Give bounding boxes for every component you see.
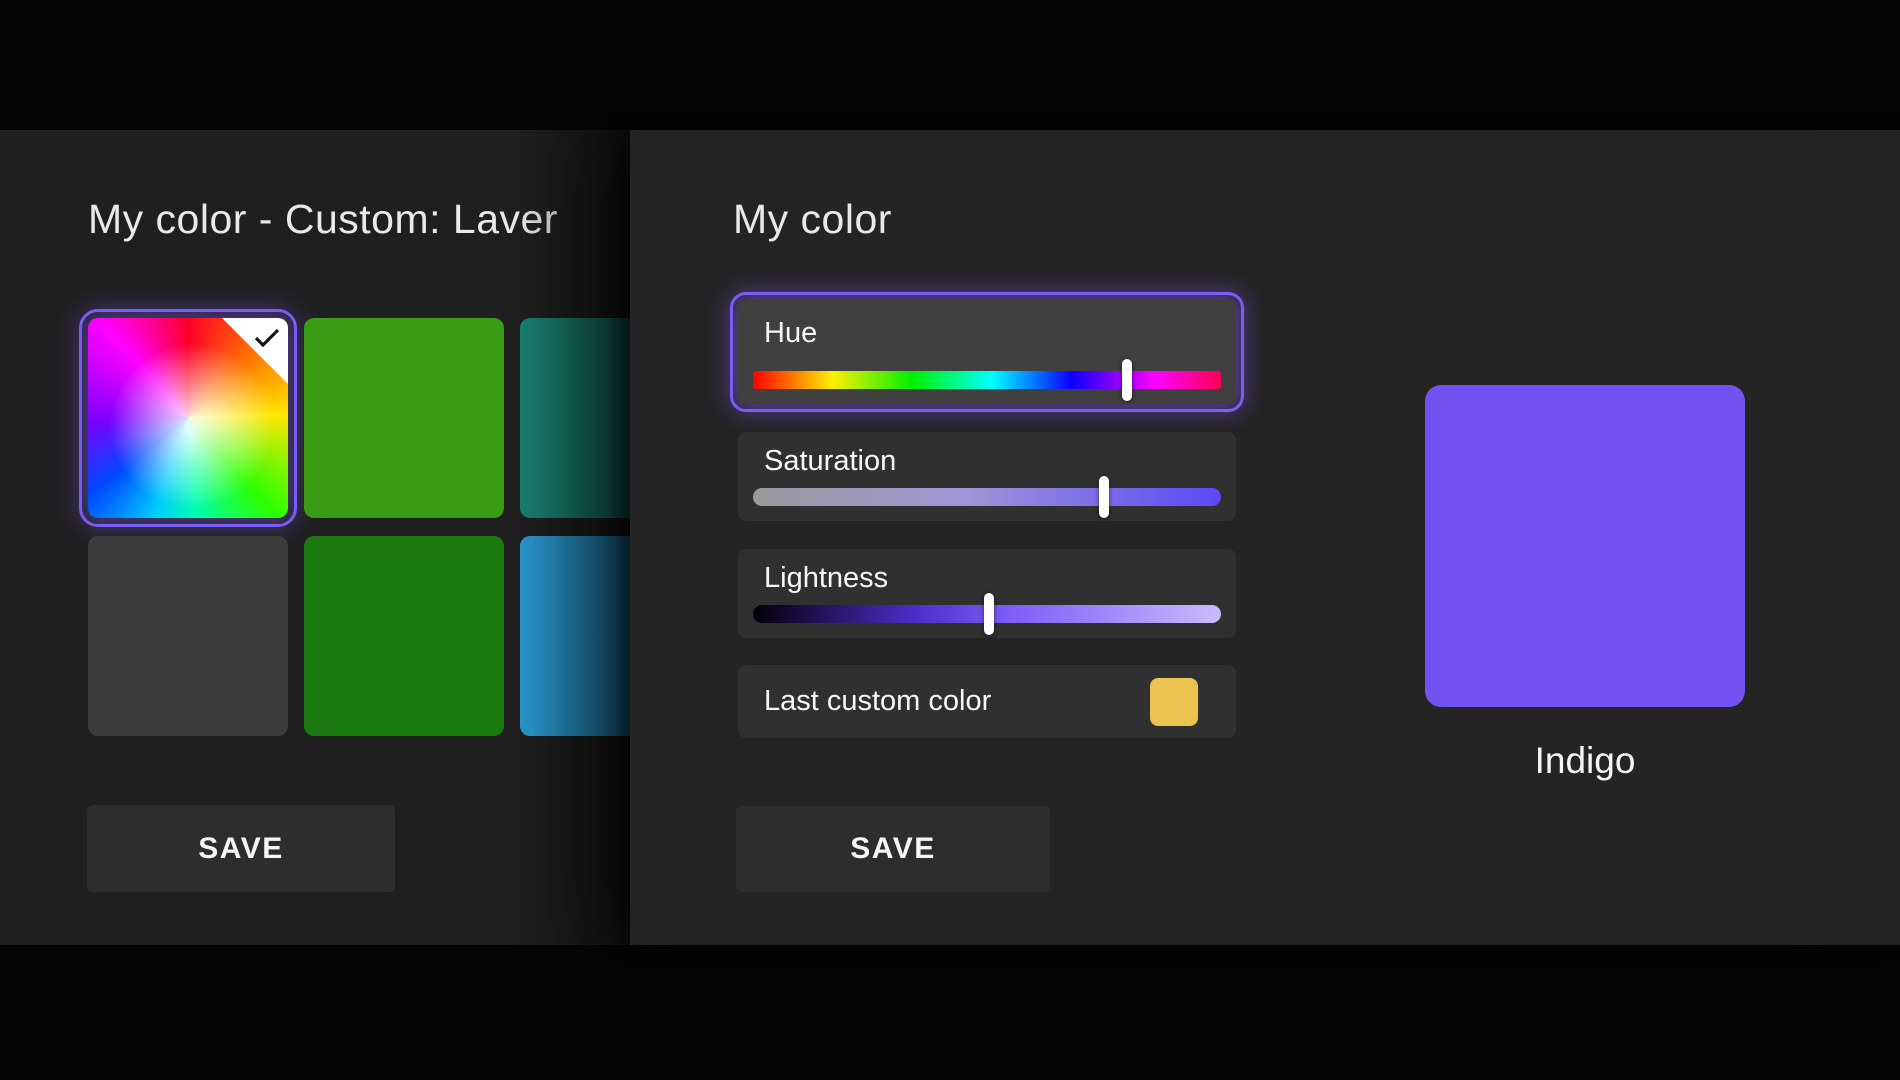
- page-title-right: My color: [733, 196, 892, 243]
- last-custom-color-row[interactable]: Last custom color: [738, 665, 1236, 738]
- swatch-blue[interactable]: [520, 536, 630, 736]
- swatch-teal[interactable]: [520, 318, 630, 518]
- lightness-track[interactable]: [753, 605, 1221, 623]
- color-preview-swatch: [1425, 385, 1745, 707]
- page-title-left: My color - Custom: Laver: [88, 196, 558, 243]
- swatch-dark-green[interactable]: [304, 536, 504, 736]
- swatch-custom-color[interactable]: [88, 318, 288, 518]
- check-icon: [253, 327, 281, 349]
- custom-color-panel: My color Hue Saturation Lightness: [630, 130, 1900, 945]
- hue-track[interactable]: [753, 371, 1221, 389]
- saturation-track[interactable]: [753, 488, 1221, 506]
- color-preview-name: Indigo: [1425, 740, 1745, 782]
- saturation-label: Saturation: [764, 445, 896, 478]
- last-custom-color-label: Last custom color: [764, 685, 991, 718]
- saturation-slider-group[interactable]: Saturation: [738, 432, 1236, 521]
- lightness-thumb[interactable]: [984, 593, 994, 635]
- swatch-gray[interactable]: [88, 536, 288, 736]
- screen: My color - Custom: Laver SAVE My color H…: [0, 0, 1900, 1080]
- save-button-left[interactable]: SAVE: [87, 805, 395, 892]
- color-grid-panel: My color - Custom: Laver SAVE: [0, 130, 630, 945]
- lightness-label: Lightness: [764, 562, 888, 595]
- save-button-right[interactable]: SAVE: [736, 806, 1050, 892]
- settings-band: My color - Custom: Laver SAVE My color H…: [0, 130, 1900, 945]
- swatch-green[interactable]: [304, 318, 504, 518]
- hue-thumb[interactable]: [1122, 359, 1132, 401]
- saturation-thumb[interactable]: [1099, 476, 1109, 518]
- lightness-slider-group[interactable]: Lightness: [738, 549, 1236, 638]
- hue-label: Hue: [764, 317, 817, 350]
- last-custom-color-chip: [1150, 678, 1198, 726]
- hue-slider-group[interactable]: Hue: [738, 300, 1236, 404]
